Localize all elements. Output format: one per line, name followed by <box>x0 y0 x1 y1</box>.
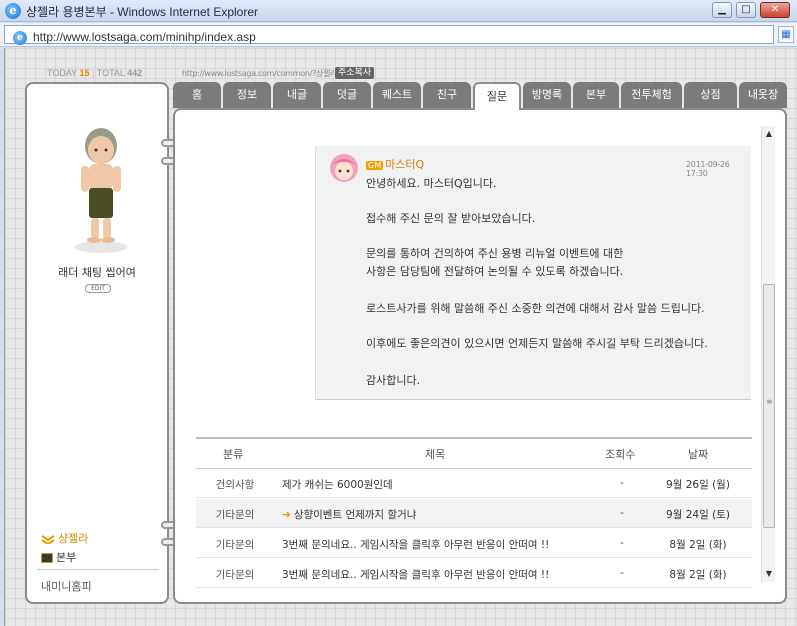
scroll-thumb[interactable]: ≡ <box>763 284 775 528</box>
minimize-button[interactable]: ▁ <box>712 2 732 18</box>
row-views: - <box>620 537 624 549</box>
address-field[interactable]: e http://www.lostsaga.com/minihp/index.a… <box>4 25 774 45</box>
tab-3[interactable]: 덧글 <box>323 82 371 108</box>
scrollbar[interactable]: ▲ ≡ ▼ <box>761 126 775 582</box>
row-category: 기타문의 <box>215 509 255 521</box>
profile-panel: 래더 채팅 씹어여 EDIT 샹젤라 본부 내미니홈피 <box>25 82 169 604</box>
row-views: - <box>620 507 624 519</box>
compat-view-icon[interactable]: ▦ <box>778 26 794 43</box>
tab-4[interactable]: 퀘스트 <box>373 82 421 108</box>
answer-line: 사항은 담당팀에 전달하여 논의될 수 있도록 하겠습니다. <box>366 265 624 278</box>
close-button[interactable]: ✕ <box>760 2 790 18</box>
row-category: 건의사항 <box>215 479 255 491</box>
answer-line: 감사합니다. <box>366 374 421 387</box>
tab-2[interactable]: 내글 <box>273 82 321 108</box>
copy-address-button[interactable]: 주소복사 <box>335 67 375 79</box>
row-title-text: 제가 캐쉬는 6000원인데 <box>282 479 393 491</box>
guild-emblem-icon <box>41 553 53 563</box>
tab-5[interactable]: 친구 <box>423 82 471 108</box>
rank-chevron-icon <box>41 534 55 544</box>
reply-arrow-icon: ➔ <box>282 509 291 521</box>
gm-avatar <box>330 154 358 182</box>
row-title-text: 3번째 문의네요.. 게임시작을 클릭후 아무런 반응이 안떠여 !! <box>282 569 550 581</box>
address-bar: e http://www.lostsaga.com/minihp/index.a… <box>0 23 797 47</box>
answer-line: 안녕하세요. 마스터Q입니다. <box>366 177 497 190</box>
row-date: 8월 2일 (화) <box>669 539 727 551</box>
row-title-link[interactable]: 제가 캐쉬는 6000원인데 <box>282 477 393 492</box>
row-title-link[interactable]: ➔ 상향이벤트 언제까지 할거냐 <box>282 507 416 522</box>
minihp-page: TODAY 15 | TOTAL 442 http://www.lostsaga… <box>4 48 797 626</box>
row-title-text: 상향이벤트 언제까지 할거냐 <box>293 509 417 521</box>
gm-name-label: 마스터Q <box>385 158 425 171</box>
visitor-counter: TODAY 15 | TOTAL 442 <box>47 68 143 78</box>
divider <box>37 569 159 570</box>
window-title: 샹젤라 용병본부 - Windows Internet Explorer <box>26 5 259 19</box>
today-value: 15 <box>79 68 90 78</box>
row-views: - <box>620 477 624 489</box>
grip-icon: ≡ <box>766 397 773 406</box>
answer-line: 로스트사가를 위해 말씀해 주신 소중한 의견에 대해서 감사 말씀 드립니다. <box>366 302 705 315</box>
scroll-down-arrow-icon[interactable]: ▼ <box>762 566 776 582</box>
gm-name: GM 마스터Q <box>366 156 424 172</box>
hq-link-label: 본부 <box>56 551 77 564</box>
table-row[interactable]: 기타문의 3번째 문의네요.. 게임시작을 클릭후 아무런 반응이 안떠여 !! -… <box>196 559 752 588</box>
owner-link-label: 샹젤라 <box>58 532 89 545</box>
tab-7[interactable]: 방명록 <box>523 82 571 108</box>
gm-badge: GM <box>366 161 384 170</box>
table-row[interactable]: 기타문의 ➔ 상향이벤트 언제까지 할거냐 - 9월 24일 (토) <box>196 499 752 528</box>
row-date: 8월 2일 (화) <box>669 569 727 581</box>
row-category: 기타문의 <box>215 569 255 581</box>
col-header-date: 날짜 <box>688 448 709 461</box>
minihp-url: http://www.lostsaga.com/common/?샹젤라 <box>182 69 338 78</box>
answer-line: 이후에도 좋은의견이 있으시면 언제든지 말씀해 주시길 부탁 드리겠습니다. <box>366 337 708 350</box>
col-header-views: 조회수 <box>605 448 636 461</box>
tab-10[interactable]: 상점 <box>684 82 737 108</box>
row-title-link[interactable]: 3번째 문의네요.. 게임시작을 클릭후 아무런 반응이 안떠여 !! <box>282 567 549 582</box>
answer-line: 접수해 주신 문의 잘 받아보았습니다. <box>366 212 536 225</box>
row-title-text: 3번째 문의네요.. 게임시작을 클릭후 아무런 반응이 안떠여 !! <box>282 539 550 551</box>
table-top-border <box>196 437 752 439</box>
character-avatar <box>75 128 127 253</box>
col-header-title: 제목 <box>425 448 446 461</box>
edit-button[interactable]: EDIT <box>85 284 111 293</box>
address-text: http://www.lostsaga.com/minihp/index.asp <box>33 30 256 44</box>
row-date: 9월 26일 (월) <box>666 479 730 491</box>
answer-date: 2011-09-26 17:30 <box>686 160 730 178</box>
browser-window: e 샹젤라 용병본부 - Windows Internet Explorer ▁… <box>0 0 797 626</box>
gm-answer: GM 마스터Q 2011-09-26 17:30 안녕하세요. 마스터Q입니다. … <box>315 146 751 400</box>
answer-line: 문의를 통하여 건의하여 주신 용병 리뉴얼 이벤트에 대한 <box>366 247 624 260</box>
col-header-category: 분류 <box>223 448 244 461</box>
today-label: TODAY <box>47 68 78 78</box>
table-row[interactable]: 기타문의 3번째 문의네요.. 게임시작을 클릭후 아무런 반응이 안떠여 !! -… <box>196 529 752 558</box>
row-title-link[interactable]: 3번째 문의네요.. 게임시작을 클릭후 아무런 반응이 안떠여 !! <box>282 537 549 552</box>
scroll-up-arrow-icon[interactable]: ▲ <box>762 126 776 142</box>
total-label: TOTAL <box>96 68 125 78</box>
hq-link[interactable]: 본부 <box>41 549 76 565</box>
row-views: - <box>620 567 624 579</box>
tab-bar: 홈 정보 내글 덧글 퀘스트 친구 질문 방명록 본부 전투체험 상점 내옷장 <box>173 82 793 110</box>
tab-11[interactable]: 내옷장 <box>739 82 787 108</box>
ie-icon: e <box>5 3 21 19</box>
table-row[interactable]: 건의사항 제가 캐쉬는 6000원인데 - 9월 26일 (월) <box>196 469 752 498</box>
page-icon: e <box>13 31 27 45</box>
tab-9[interactable]: 전투체험 <box>621 82 682 108</box>
tab-0[interactable]: 홈 <box>173 82 221 108</box>
maximize-button[interactable]: □ <box>736 2 756 18</box>
total-value: 442 <box>127 68 143 78</box>
row-date: 9월 24일 (토) <box>666 509 730 521</box>
row-category: 기타문의 <box>215 539 255 551</box>
tab-8[interactable]: 본부 <box>573 82 619 108</box>
my-minihp-link[interactable]: 내미니홈피 <box>41 578 92 594</box>
tab-1[interactable]: 정보 <box>223 82 271 108</box>
tab-6[interactable]: 질문 <box>473 82 521 110</box>
owner-link[interactable]: 샹젤라 <box>41 530 88 546</box>
profile-nickname: 래더 채팅 씹어여 <box>58 266 136 279</box>
title-bar: e 샹젤라 용병본부 - Windows Internet Explorer ▁… <box>0 0 797 22</box>
